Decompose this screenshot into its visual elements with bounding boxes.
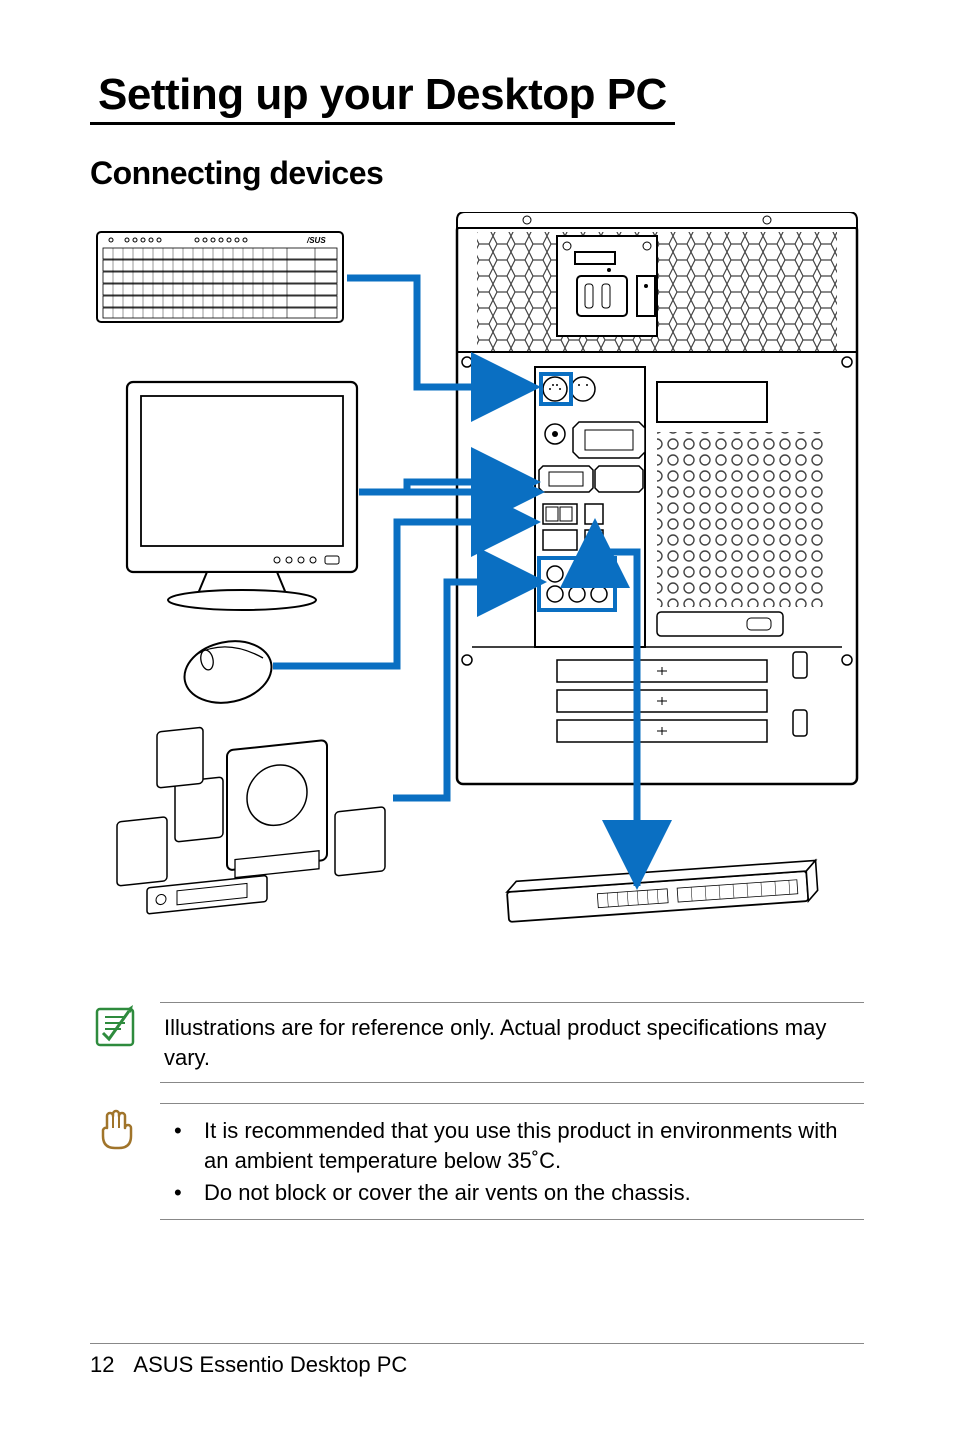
page-footer: 12 ASUS Essentio Desktop PC — [90, 1343, 864, 1378]
page-number: 12 — [90, 1352, 114, 1378]
section-heading: Connecting devices — [90, 155, 864, 192]
list-item: It is recommended that you use this prod… — [164, 1116, 860, 1175]
mouse-illustration — [179, 634, 278, 711]
network-switch-illustration — [506, 860, 818, 922]
monitor-illustration — [127, 382, 357, 610]
page-title: Setting up your Desktop PC — [90, 70, 675, 125]
hand-icon — [90, 1103, 140, 1153]
note-icon — [90, 1002, 140, 1052]
note-text: Illustrations are for reference only. Ac… — [160, 1002, 864, 1083]
note-reference: Illustrations are for reference only. Ac… — [90, 1002, 864, 1083]
footer-product: ASUS Essentio Desktop PC — [133, 1352, 407, 1377]
connection-diagram: /SUS — [90, 212, 864, 972]
note-list: It is recommended that you use this prod… — [160, 1103, 864, 1220]
list-item: Do not block or cover the air vents on t… — [164, 1178, 860, 1208]
svg-text:/SUS: /SUS — [306, 236, 326, 245]
keyboard-illustration: /SUS — [97, 232, 343, 322]
pc-tower-rear — [457, 212, 857, 784]
speakers-illustration — [117, 727, 385, 914]
note-caution: It is recommended that you use this prod… — [90, 1103, 864, 1220]
